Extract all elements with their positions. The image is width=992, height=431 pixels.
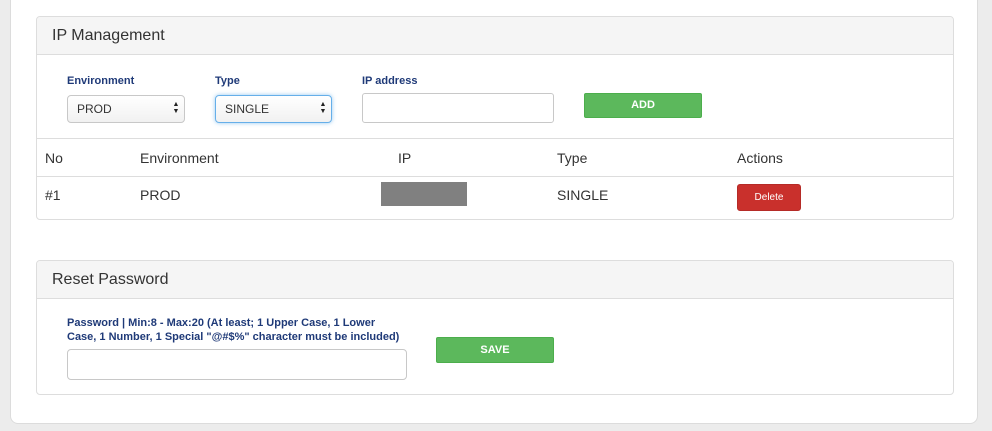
column-header-type: Type <box>557 150 588 166</box>
row-1-no: #1 <box>45 187 61 203</box>
environment-label: Environment <box>67 75 135 87</box>
row-1-ip-redacted <box>381 182 467 206</box>
type-select[interactable]: SINGLE ▲ ▼ <box>215 95 332 123</box>
panel-title: Reset Password <box>37 261 953 299</box>
table-header-border <box>37 176 953 177</box>
panel-title: IP Management <box>37 17 953 55</box>
select-arrows-icon: ▲ ▼ <box>172 101 180 115</box>
table-top-border <box>37 138 953 139</box>
column-header-no: No <box>45 150 63 166</box>
column-header-environment: Environment <box>140 150 219 166</box>
row-1-environment: PROD <box>140 187 181 203</box>
ip-management-panel: IP Management Environment PROD ▲ ▼ Type S… <box>36 16 954 220</box>
password-rules-label-line1: Password | Min:8 - Max:20 (At least; 1 U… <box>67 317 376 329</box>
add-button[interactable]: ADD <box>584 93 702 118</box>
password-input[interactable] <box>67 349 407 380</box>
row-1-type: SINGLE <box>557 187 609 203</box>
reset-password-panel: Reset Password Password | Min:8 - Max:20… <box>36 260 954 395</box>
column-header-actions: Actions <box>737 150 783 166</box>
save-button[interactable]: SAVE <box>436 337 554 363</box>
ip-address-label: IP address <box>362 75 418 87</box>
column-header-ip: IP <box>398 150 412 166</box>
type-select-value: SINGLE <box>225 102 270 116</box>
delete-button[interactable]: Delete <box>737 184 801 211</box>
password-rules-label-line2: Case, 1 Number, 1 Special "@#$%" charact… <box>67 331 400 343</box>
ip-address-input[interactable] <box>362 93 554 123</box>
environment-select-value: PROD <box>77 102 112 116</box>
environment-select[interactable]: PROD ▲ ▼ <box>67 95 185 123</box>
select-arrows-icon: ▲ ▼ <box>319 101 327 115</box>
type-label: Type <box>215 75 240 87</box>
